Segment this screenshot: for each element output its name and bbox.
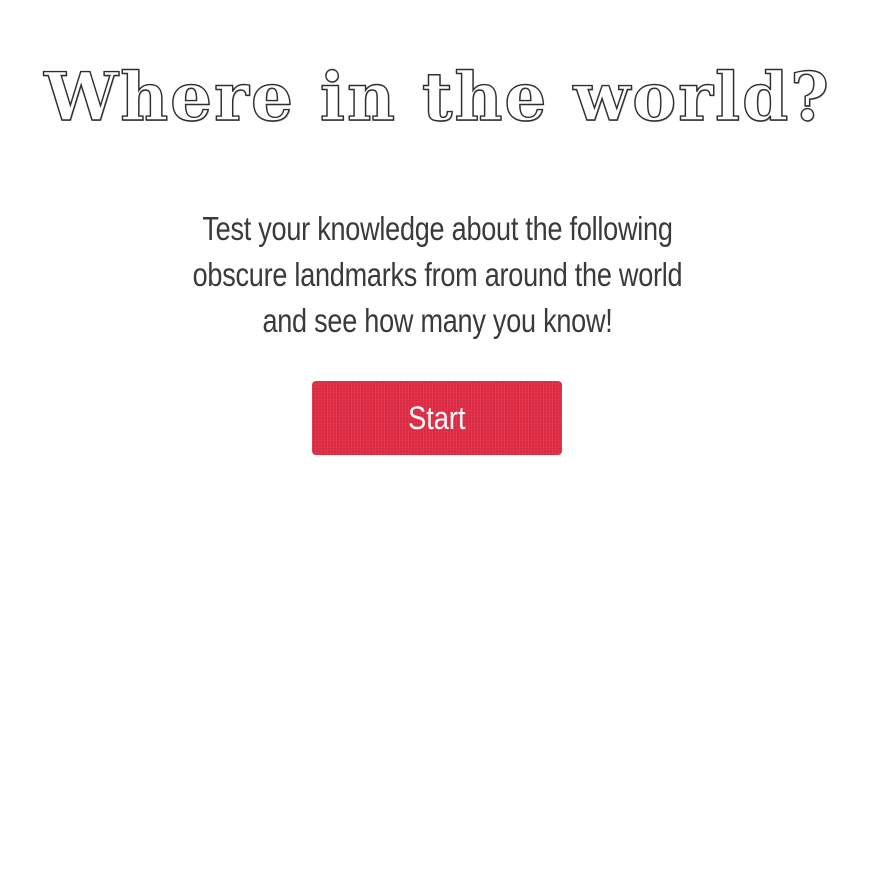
- start-button[interactable]: Start: [312, 381, 562, 455]
- page-title: Where in the world?: [43, 57, 831, 136]
- start-button-label: Start: [408, 400, 466, 436]
- quiz-start-page: Where in the world? Test your knowledge …: [0, 0, 875, 875]
- intro-text: Test your knowledge about the following …: [192, 210, 683, 339]
